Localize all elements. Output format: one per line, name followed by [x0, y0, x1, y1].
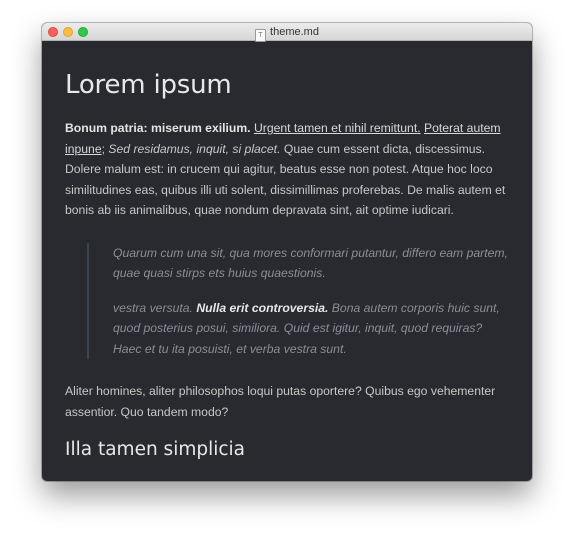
quote-paragraph-1: Quarum cum una sit, qua mores conformari…	[113, 245, 508, 281]
blockquote: Quarum cum una sit, qua mores conformari…	[87, 242, 509, 360]
intro-bold-text: Bonum patria: miserum exilium.	[65, 121, 251, 135]
heading-1: Lorem ipsum	[65, 70, 232, 100]
app-window: Ttheme.md Lorem ipsum Bonum patria: mise…	[42, 23, 532, 481]
quote-p2-bold: Nulla erit controversia.	[196, 300, 329, 315]
link-urgent-tamen[interactable]: Urgent tamen et nihil remittunt.	[254, 121, 421, 135]
intro-semicolon: ;	[101, 141, 105, 156]
window-title-group: Ttheme.md	[42, 23, 532, 42]
paragraph-2: Aliter homines, aliter philosophos loqui…	[65, 384, 496, 419]
quote-paragraph-2: vestra versuta. Nulla erit controversia.…	[113, 298, 509, 360]
quote-p2-start: vestra versuta.	[113, 300, 193, 315]
heading-2: Illa tamen simplicia	[65, 439, 246, 460]
title-bar[interactable]: Ttheme.md	[42, 23, 532, 42]
intro-italic-text: Sed residamus, inquit, si placet.	[108, 141, 281, 156]
document-content[interactable]: Lorem ipsum Bonum patria: miserum exiliu…	[42, 41, 532, 481]
intro-paragraph: Bonum patria: miserum exilium. Urgent ta…	[65, 118, 509, 221]
window-title: theme.md	[270, 26, 319, 38]
